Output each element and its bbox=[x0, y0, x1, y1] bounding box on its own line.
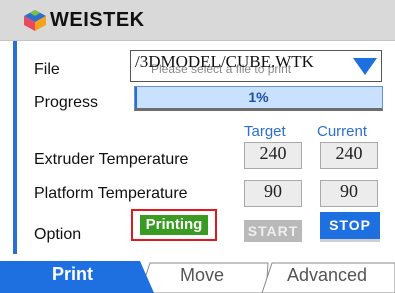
tab-bar: Print Move Advanced bbox=[0, 257, 395, 293]
progress-bar: 1% bbox=[134, 86, 383, 111]
tab-move[interactable]: Move bbox=[180, 265, 224, 286]
platform-temp-label: Platform Temperature bbox=[34, 185, 188, 202]
printing-status-badge: Printing bbox=[140, 215, 208, 235]
title-bar: WEISTEK bbox=[0, 0, 395, 41]
file-value: /3DMODEL/CUBE.WTK bbox=[135, 52, 314, 71]
platform-target-input[interactable]: 90 bbox=[244, 180, 302, 207]
file-label: File bbox=[34, 61, 60, 78]
platform-current-value: 90 bbox=[320, 180, 378, 207]
progress-percent: 1% bbox=[248, 89, 269, 105]
tab-advanced[interactable]: Advanced bbox=[287, 265, 367, 286]
logo-icon bbox=[24, 10, 46, 31]
option-label: Option bbox=[34, 226, 82, 243]
stop-button[interactable]: STOP bbox=[320, 212, 380, 242]
target-header: Target bbox=[244, 123, 286, 140]
status-highlight: Printing bbox=[131, 209, 217, 241]
extruder-temp-label: Extruder Temperature bbox=[34, 151, 189, 168]
extruder-current-value: 240 bbox=[320, 142, 378, 169]
current-header: Current bbox=[317, 123, 368, 140]
progress-label: Progress bbox=[34, 94, 99, 111]
dropdown-arrow-icon[interactable] bbox=[353, 58, 377, 75]
start-button[interactable]: START bbox=[244, 220, 302, 242]
extruder-target-input[interactable]: 240 bbox=[244, 142, 302, 169]
file-select[interactable]: Please select a file to print /3DMODEL/C… bbox=[130, 50, 382, 82]
brand-name: WEISTEK bbox=[50, 9, 145, 31]
tab-print[interactable]: Print bbox=[52, 264, 93, 285]
